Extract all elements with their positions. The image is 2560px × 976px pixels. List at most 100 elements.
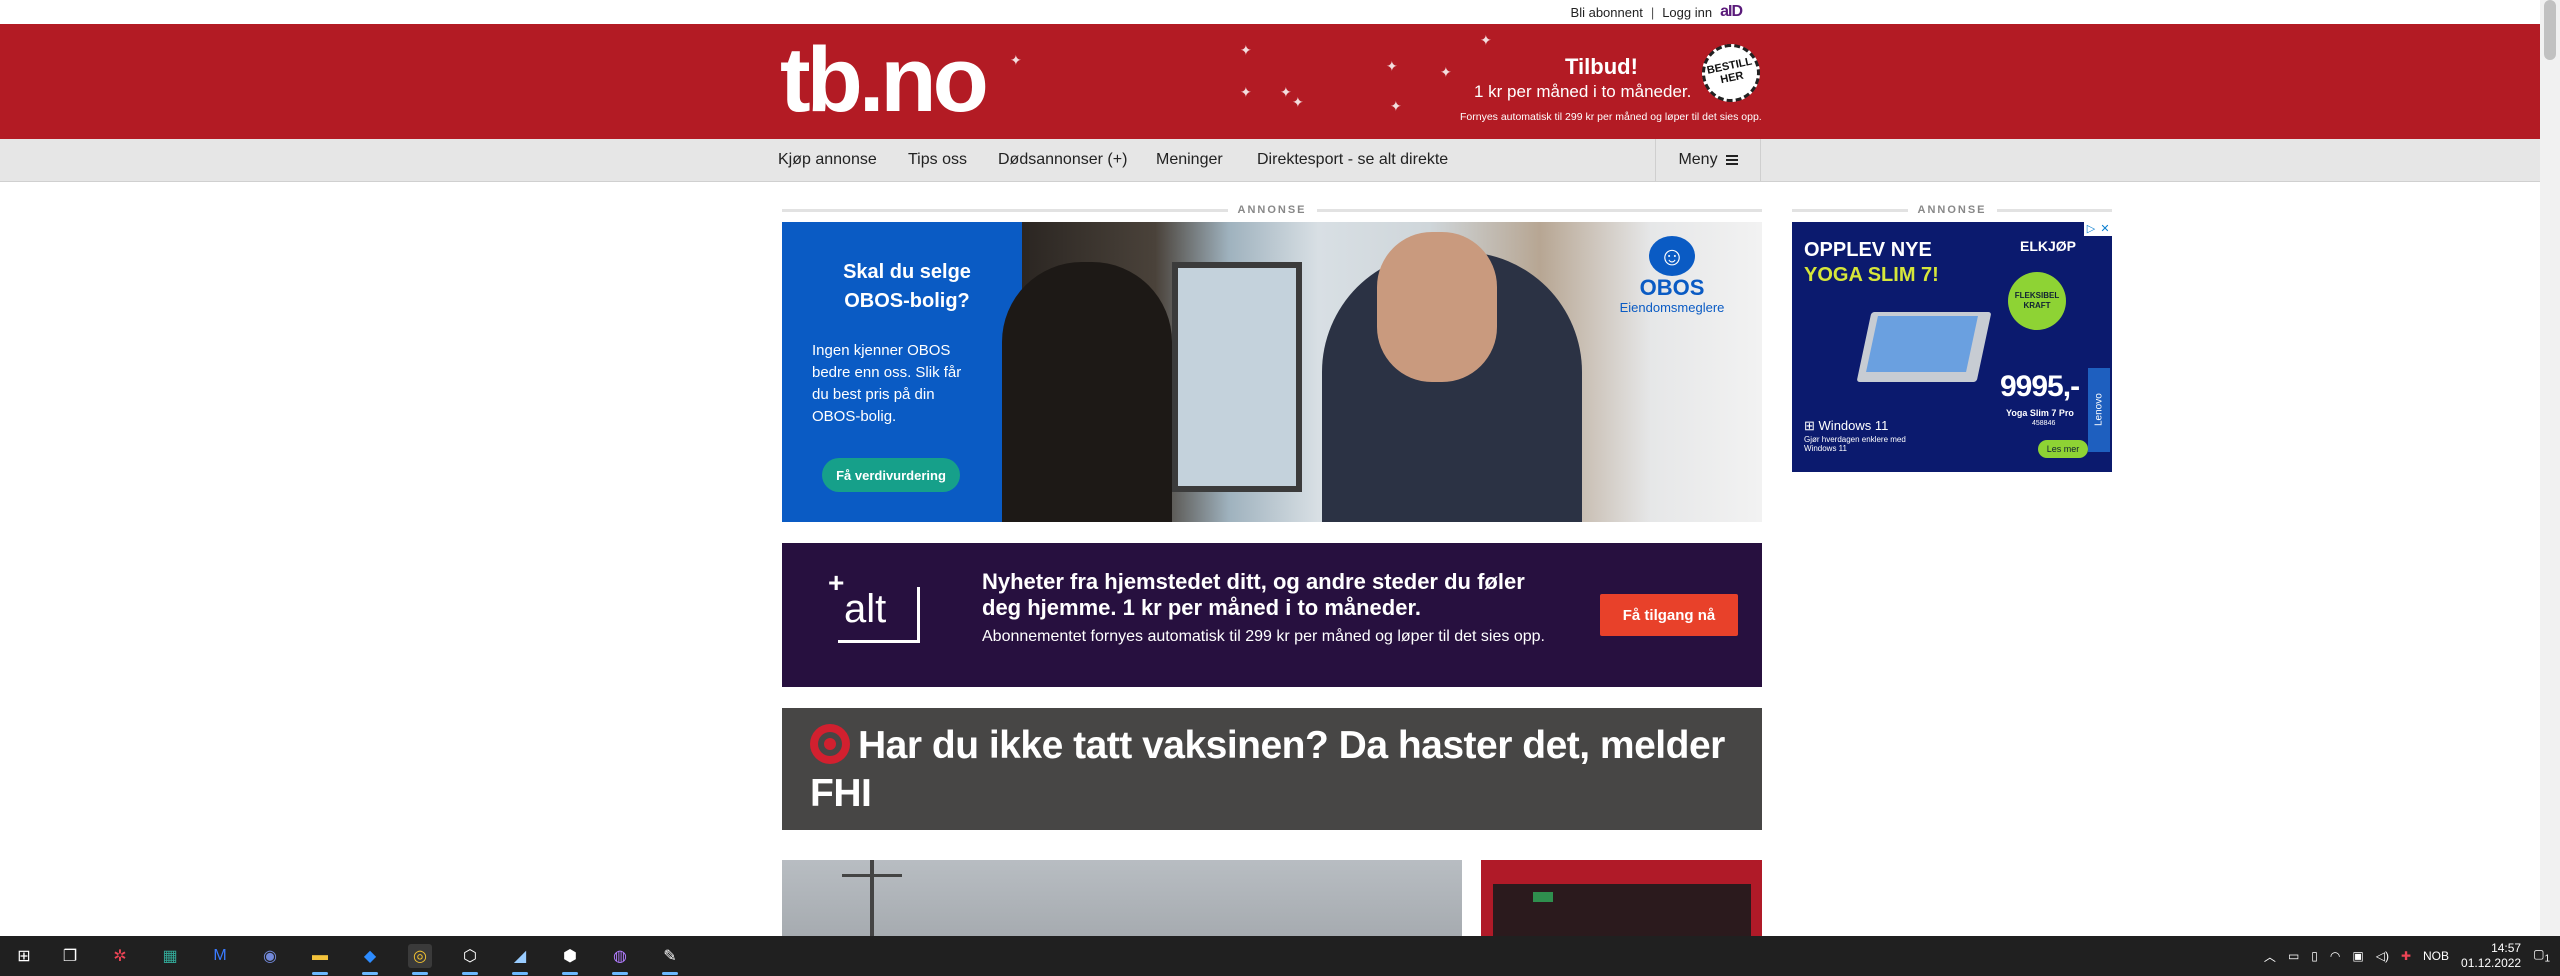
system-tray: ︿ ▭ ▯ ◠ ▣ ◁) ✚ NOB 14:57 01.12.2022 ▢1 <box>2264 936 2560 976</box>
article-thumbnail[interactable] <box>1481 860 1762 936</box>
nav-item-live-sport[interactable]: Direktesport - se alt direkte <box>1257 151 1448 169</box>
elkjop-ad[interactable]: OPPLEV NYE YOGA SLIM 7! ELKJØP ▷ ✕ FLEKSI… <box>1792 222 2112 472</box>
alt-banner-heading: Nyheter fra hjemstedet ditt, og andre st… <box>982 569 1525 620</box>
taskbar: ⊞ ❐ ✲ ▦ M ◉ ▬ ◆ ◎ ⬡ ◢ ⬢ ◍ ✎ ︿ ▭ ▯ ◠ ▣ ◁)… <box>0 936 2560 976</box>
article-thumbnail[interactable] <box>782 860 1462 936</box>
sparkle-icon: ✦ <box>1440 64 1452 80</box>
app-icon[interactable]: ◢ <box>508 944 532 968</box>
order-badge-line2: HER <box>1719 69 1745 87</box>
obos-logo: ☺ OBOS Eiendomsmeglere <box>1602 236 1742 315</box>
clock-date: 01.12.2022 <box>2461 956 2522 970</box>
ad-label-text: ANNONSE <box>1917 204 1987 216</box>
ad-label-text: ANNONSE <box>1237 204 1307 216</box>
sparkle-icon: ✦ <box>1010 52 1022 68</box>
alt-logo: + alt <box>828 567 920 645</box>
dropbox-icon[interactable]: ◆ <box>358 944 382 968</box>
elkjop-ad-heading: OPPLEV NYE YOGA SLIM 7! <box>1804 238 1939 288</box>
app-icon[interactable]: ⬡ <box>458 944 482 968</box>
main-nav: Kjøp annonse Tips oss Dødsannonser (+) M… <box>0 139 2540 182</box>
wifi-icon[interactable]: ◠ <box>2330 949 2340 963</box>
target-icon <box>810 724 850 764</box>
obos-ad[interactable]: Skal du selge OBOS-bolig? Ingen kjenner … <box>782 222 1762 522</box>
headline-card[interactable]: Har du ikke tatt vaksinen? Da haster det… <box>782 708 1762 830</box>
sparkle-icon: ✦ <box>1292 94 1304 110</box>
headline-text: Har du ikke tatt vaksinen? Da haster det… <box>810 724 1725 815</box>
elkjop-heading-line2: YOGA SLIM 7! <box>1804 264 1939 286</box>
app-icon[interactable]: ⬢ <box>558 944 582 968</box>
security-icon[interactable]: ✚ <box>2401 949 2411 963</box>
alt-logo-text: alt <box>844 587 887 631</box>
windows-text: Windows 11 <box>1818 418 1889 433</box>
login-link[interactable]: Logg inn <box>1662 5 1712 20</box>
battery-icon[interactable]: ▭ <box>2288 949 2299 963</box>
alt-subscription-banner[interactable]: + alt Nyheter fra hjemstedet ditt, og an… <box>782 543 1762 687</box>
app-icon[interactable]: ✎ <box>658 944 682 968</box>
get-access-button[interactable]: Få tilgang nå <box>1600 594 1738 636</box>
order-badge[interactable]: BESTILL HER <box>1696 38 1766 108</box>
menu-button[interactable]: Meny <box>1655 139 1761 181</box>
active-indicator <box>562 972 578 975</box>
active-indicator <box>312 972 328 975</box>
clock[interactable]: 14:57 01.12.2022 <box>2461 941 2521 971</box>
nav-item-obituaries[interactable]: Dødsannonser (+) <box>998 151 1127 169</box>
site-logo[interactable]: tb.no <box>780 34 989 126</box>
active-indicator <box>362 972 378 975</box>
active-indicator <box>612 972 628 975</box>
device-icon[interactable]: ▯ <box>2311 949 2318 963</box>
separator: | <box>1650 4 1655 20</box>
ad-choices[interactable]: ▷ ✕ <box>2084 222 2112 236</box>
read-more-button[interactable]: Les mer <box>2038 440 2088 458</box>
page-scrollbar[interactable] <box>2540 0 2560 936</box>
windows-icon: ⊞ <box>1804 418 1815 433</box>
chrome-icon[interactable]: ◎ <box>408 944 432 968</box>
menu-label: Meny <box>1678 151 1718 168</box>
aid-logo[interactable]: aID <box>1720 3 1743 21</box>
obos-logo-name: OBOS <box>1639 275 1705 300</box>
site-header: tb.no ✦ ✦ ✦ ✦ ✦ ✦ ✦ ✦ ✦ Tilbud! 1 kr per… <box>0 24 2540 139</box>
app-icon[interactable]: ▦ <box>158 944 182 968</box>
laptop-screen <box>1866 316 1978 372</box>
active-indicator <box>462 972 478 975</box>
language-indicator[interactable]: NOB <box>2423 949 2449 963</box>
subscribe-link[interactable]: Bli abonnent <box>1571 5 1643 20</box>
display-icon[interactable]: ▣ <box>2352 949 2363 963</box>
malwarebytes-icon[interactable]: M <box>208 944 232 968</box>
chevron-up-icon[interactable]: ︿ <box>2264 948 2276 965</box>
info-icon[interactable]: ▷ <box>2084 222 2098 236</box>
alt-banner-body: Abonnementet fornyes automatisk til 299 … <box>982 628 1545 645</box>
task-view-icon[interactable]: ❐ <box>58 944 82 968</box>
nav-item-buy-ad[interactable]: Kjøp annonse <box>778 151 877 169</box>
promo-subtitle[interactable]: 1 kr per måned i to måneder. <box>1474 82 1691 102</box>
elkjop-model: Yoga Slim 7 Pro <box>2006 408 2074 418</box>
obos-ad-body: Ingen kjenner OBOS bedre enn oss. Slik f… <box>812 342 962 425</box>
top-utility-bar: Bli abonnent | Logg inn aID <box>0 0 2540 24</box>
promo-fineprint: Fornyes automatisk til 299 kr per måned … <box>1460 111 1762 123</box>
volume-icon[interactable]: ◁) <box>2376 949 2389 963</box>
obos-person-icon: ☺ <box>1649 236 1695 276</box>
elkjop-brand: ELKJØP <box>2020 238 2077 254</box>
elkjop-heading-line1: OPPLEV NYE <box>1804 239 1932 261</box>
elkjop-price: 9995,- <box>2000 370 2080 403</box>
obos-valuation-button[interactable]: Få verdivurdering <box>822 458 960 492</box>
app-icon[interactable]: ✲ <box>108 944 132 968</box>
obos-ad-panel: Skal du selge OBOS-bolig? Ingen kjenner … <box>782 222 1022 522</box>
notification-icon[interactable]: ▢1 <box>2533 947 2550 964</box>
ad-label: ANNONSE <box>782 203 1763 217</box>
file-explorer-icon[interactable]: ▬ <box>308 944 332 968</box>
start-icon[interactable]: ⊞ <box>12 944 36 968</box>
close-icon[interactable]: ✕ <box>2098 222 2112 236</box>
hamburger-icon <box>1725 155 1738 165</box>
nav-item-tips[interactable]: Tips oss <box>908 151 967 169</box>
active-indicator <box>662 972 678 975</box>
obos-logo-sub: Eiendomsmeglere <box>1619 300 1725 315</box>
sparkle-icon: ✦ <box>1386 58 1398 74</box>
app-icon[interactable]: ◍ <box>608 944 632 968</box>
sparkle-icon: ✦ <box>1390 98 1402 114</box>
scroll-thumb[interactable] <box>2544 0 2556 60</box>
nav-item-opinions[interactable]: Meninger <box>1156 151 1223 169</box>
promo-title[interactable]: Tilbud! <box>1565 54 1638 80</box>
discord-icon[interactable]: ◉ <box>258 944 282 968</box>
headline-title[interactable]: Har du ikke tatt vaksinen? Da haster det… <box>810 722 1750 818</box>
obos-ad-heading: Skal du selge OBOS-bolig? <box>843 261 971 312</box>
ad-label: ANNONSE <box>1792 203 2113 217</box>
